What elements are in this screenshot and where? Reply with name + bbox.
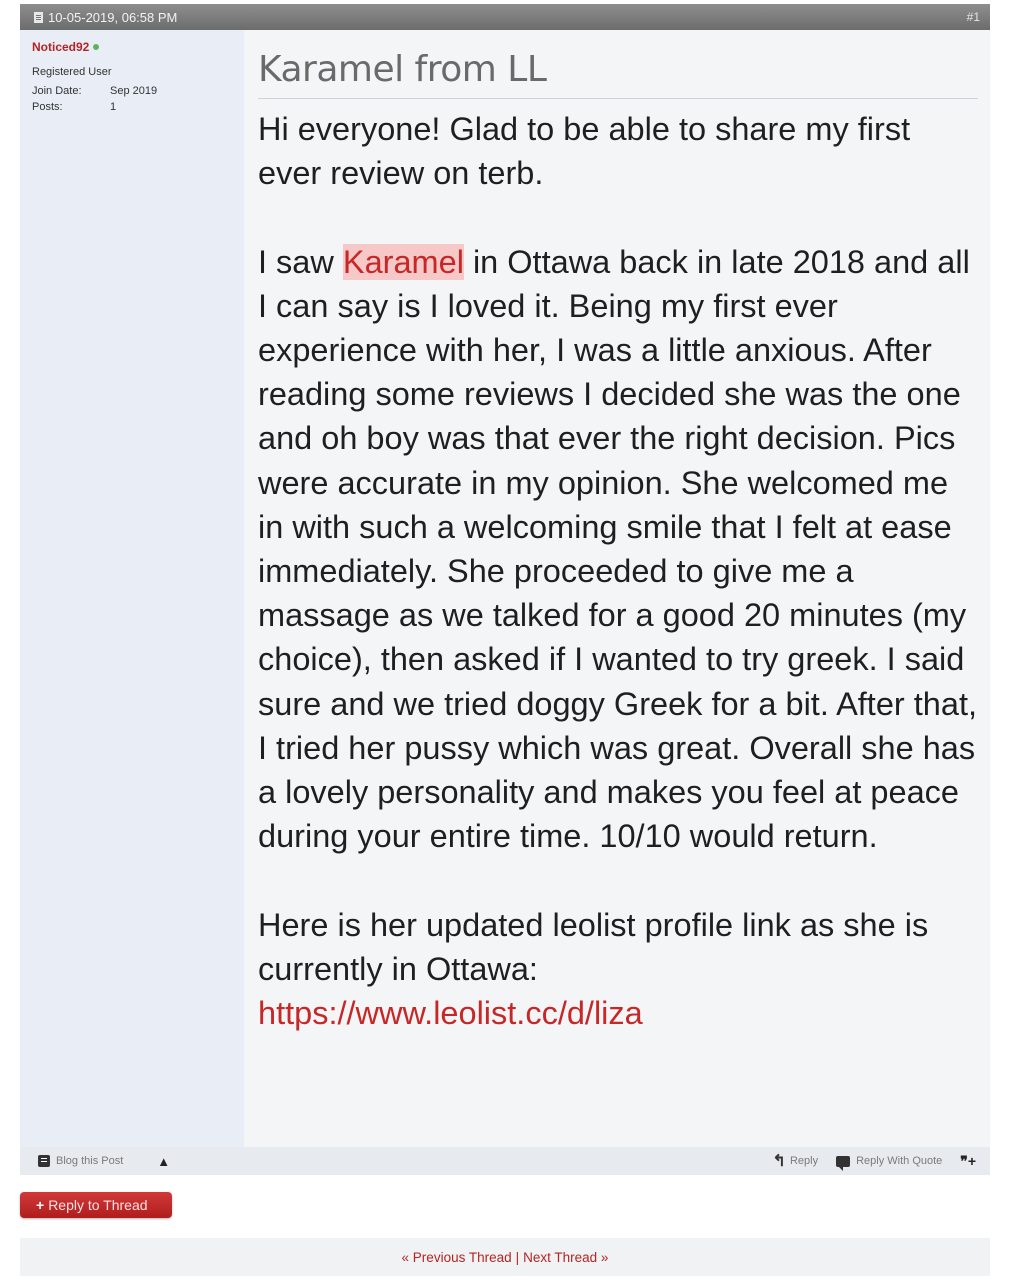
blog-post-label: Blog this Post	[56, 1155, 124, 1167]
post-intro: Hi everyone! Glad to be able to share my…	[258, 111, 920, 192]
thread-navigation: « Previous Thread | Next Thread »	[20, 1238, 990, 1276]
post-text: Hi everyone! Glad to be able to share my…	[258, 107, 978, 1035]
blog-post-button[interactable]: Blog this Post	[38, 1155, 123, 1167]
user-title: Registered User	[32, 66, 112, 78]
post-footer-left: Blog this Post ▲	[38, 1154, 170, 1169]
username-row: Noticed92	[32, 40, 232, 54]
multi-quote-icon[interactable]: ❞+	[960, 1153, 976, 1170]
reply-with-quote-button[interactable]: Reply With Quote	[836, 1155, 943, 1171]
join-date-label: Join Date:	[32, 85, 82, 97]
post-footer: Blog this Post ▲ ↰ Reply Reply With Quot…	[20, 1147, 990, 1175]
join-date-value: Sep 2019	[110, 85, 158, 97]
page: 10-05-2019, 06:58 PM #1 Noticed92 Regist…	[0, 0, 1016, 1280]
document-icon	[34, 11, 43, 23]
next-thread-link[interactable]: Next Thread »	[523, 1250, 608, 1265]
nav-separator: |	[515, 1249, 520, 1265]
post-footer-right: ↰ Reply Reply With Quote ❞+	[773, 1151, 976, 1171]
highlighted-name: Karamel	[342, 243, 464, 280]
reply-button[interactable]: ↰ Reply	[773, 1151, 819, 1171]
join-date-row: Join Date: Sep 2019	[32, 85, 232, 97]
post-date: 10-05-2019, 06:58 PM	[48, 9, 178, 25]
post-title: Karamel from LL	[258, 48, 978, 99]
posts-label: Posts:	[32, 101, 63, 113]
post-paragraph-2: I saw Karamel in Ottawa back in late 201…	[258, 243, 987, 855]
previous-thread-link[interactable]: « Previous Thread	[402, 1250, 512, 1265]
reply-to-thread-button[interactable]: + Reply to Thread	[20, 1192, 172, 1218]
post-header: 10-05-2019, 06:58 PM #1	[20, 4, 990, 30]
blog-icon	[38, 1155, 50, 1167]
posts-value: 1	[110, 101, 117, 113]
paragraph-2-rest: in Ottawa back in late 2018 and all I ca…	[258, 243, 987, 855]
plus-icon: +	[36, 1197, 45, 1213]
posts-row: Posts: 1	[32, 101, 232, 113]
username-link[interactable]: Noticed92	[32, 40, 89, 54]
post-number-link[interactable]: #1	[967, 10, 980, 24]
paragraph-2-start: I saw	[258, 243, 343, 280]
quote-bubble-icon	[836, 1155, 851, 1171]
profile-link[interactable]: https://www.leolist.cc/d/liza	[258, 995, 643, 1031]
user-info-panel: Noticed92 Registered User Join Date: Sep…	[20, 30, 244, 1147]
post-paragraph-3: Here is her updated leolist profile link…	[258, 906, 938, 987]
report-warning-icon[interactable]: ▲	[157, 1154, 170, 1169]
reply-with-quote-label: Reply With Quote	[856, 1155, 943, 1167]
post-body: Noticed92 Registered User Join Date: Sep…	[20, 30, 990, 1147]
reply-to-thread-label: Reply to Thread	[48, 1197, 148, 1213]
post-content: Karamel from LL Hi everyone! Glad to be …	[244, 30, 990, 1147]
reply-arrow-icon: ↰	[772, 1153, 786, 1170]
reply-label: Reply	[789, 1155, 819, 1167]
online-status-icon	[93, 44, 100, 50]
